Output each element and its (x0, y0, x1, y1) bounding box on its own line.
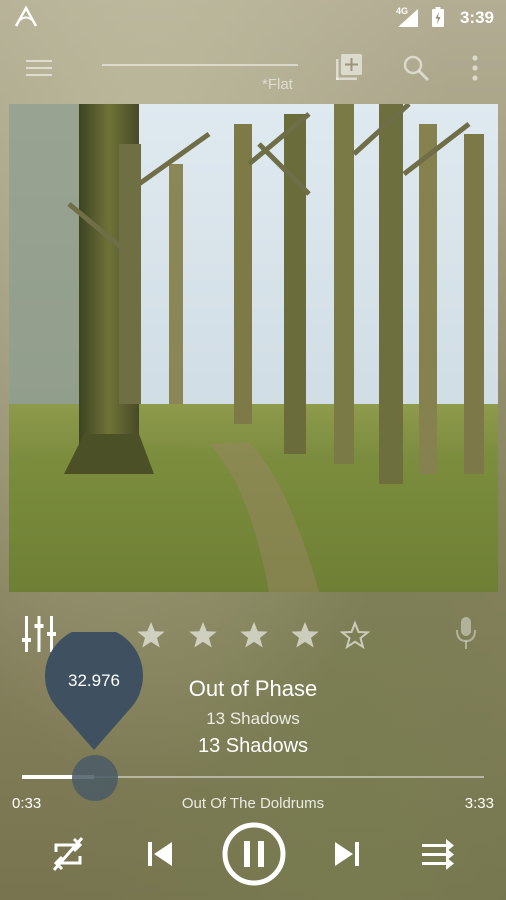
app-logo-icon (14, 6, 38, 27)
more-vert-icon[interactable] (466, 54, 484, 82)
repeat-icon[interactable] (50, 836, 86, 872)
preset-divider (102, 64, 298, 66)
star-filled-icon[interactable] (290, 620, 320, 650)
clock: 3:39 (459, 8, 494, 27)
pause-button[interactable] (221, 821, 287, 887)
menu-icon[interactable] (26, 58, 52, 78)
album-art[interactable] (9, 104, 498, 592)
seek-bubble-value: 32.976 (68, 671, 120, 690)
battery-icon (432, 7, 444, 27)
status-bar: 4G 3:39 (0, 0, 506, 36)
skip-next-icon[interactable] (331, 838, 361, 870)
next-track-label[interactable]: Out Of The Doldrums (0, 795, 506, 812)
pause-icon (244, 841, 250, 867)
star-outline-icon[interactable] (340, 620, 370, 650)
search-icon[interactable] (402, 54, 430, 82)
eq-preset-label[interactable]: *Flat (262, 76, 293, 93)
toolbar: *Flat (0, 44, 506, 96)
star-filled-icon[interactable] (239, 620, 269, 650)
shuffle-icon[interactable] (420, 836, 458, 872)
time-total: 3:33 (464, 795, 494, 812)
seek-value-bubble (45, 632, 143, 750)
mic-icon[interactable] (454, 616, 478, 650)
signal-icon (398, 9, 418, 27)
star-filled-icon[interactable] (188, 620, 218, 650)
album-art-image (9, 104, 498, 592)
skip-previous-icon[interactable] (146, 838, 176, 870)
add-queue-icon[interactable] (336, 54, 362, 80)
